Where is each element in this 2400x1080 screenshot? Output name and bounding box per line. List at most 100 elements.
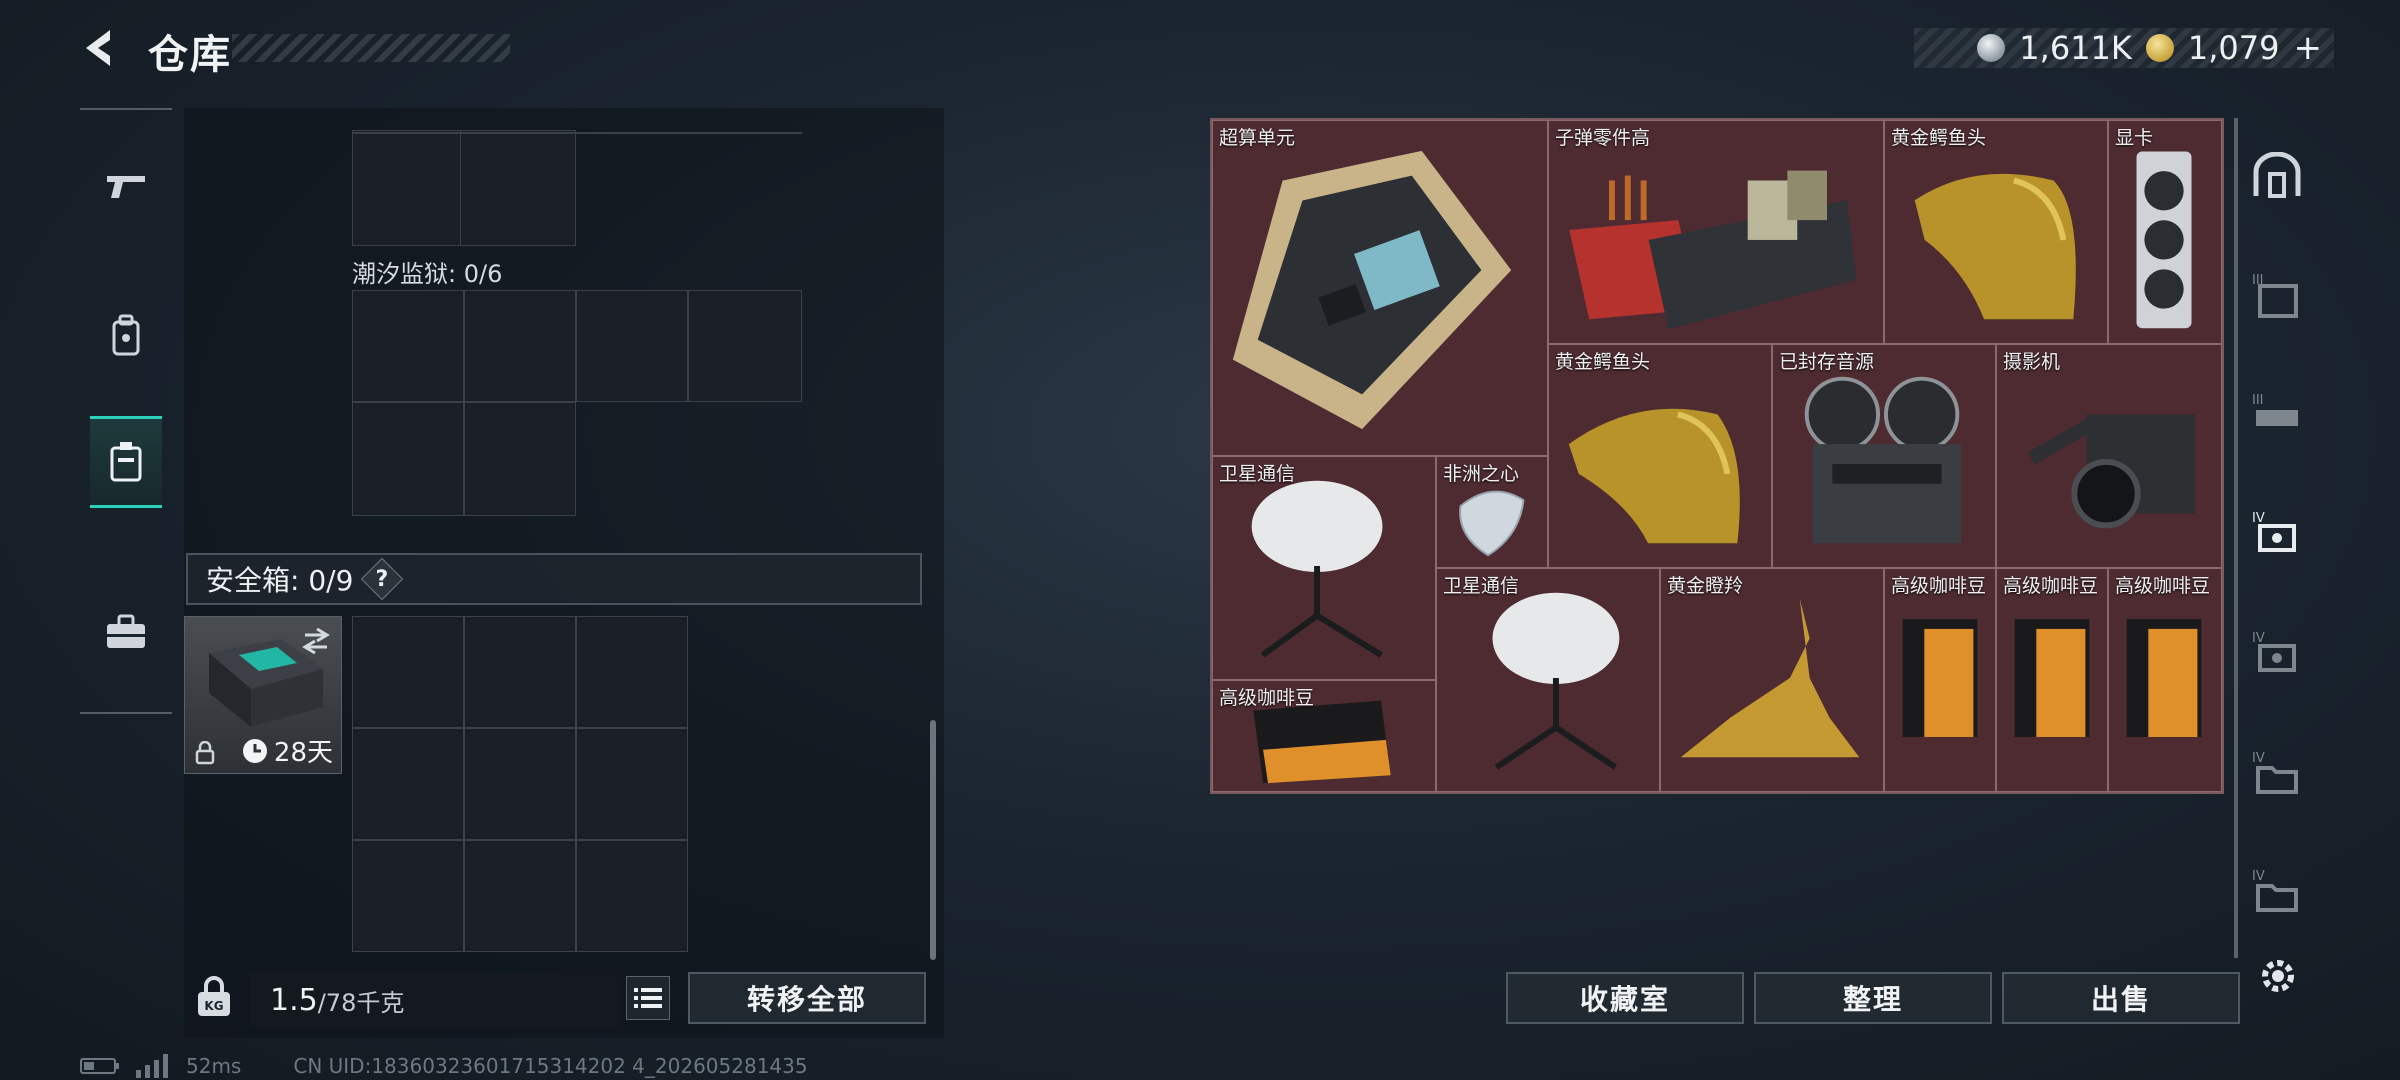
loot-item-compute-unit[interactable]: 超算单元 bbox=[1212, 120, 1548, 456]
safebox-slot[interactable] bbox=[576, 840, 688, 952]
help-button[interactable]: ? bbox=[361, 557, 404, 601]
back-arrow-icon bbox=[86, 30, 110, 66]
safebox-slot[interactable] bbox=[464, 728, 576, 840]
list-icon bbox=[634, 988, 662, 1008]
safebox-header: 安全箱: 0/9 ? bbox=[186, 553, 922, 605]
status-bar: 52ms CN UID:18360323601715314202 4_20260… bbox=[80, 1054, 808, 1078]
rail-item-vault[interactable] bbox=[2250, 148, 2304, 202]
safebox-title: 安全箱: 0/9 bbox=[206, 564, 354, 597]
loot-item-satcom-2[interactable]: 卫星通信 bbox=[1436, 568, 1660, 792]
currency-bar: 1,611K 1,079 + bbox=[1914, 28, 2334, 68]
toolbox-icon bbox=[107, 614, 145, 648]
loot-item-coffee-2[interactable]: 高级咖啡豆 bbox=[1996, 568, 2108, 792]
uid-text: CN UID:18360323601715314202 4_2026052814… bbox=[293, 1054, 808, 1078]
vault-icon bbox=[2253, 152, 2301, 198]
loot-item-ammo-parts[interactable]: 子弹零件高 bbox=[1548, 120, 1884, 344]
grid-slot[interactable] bbox=[576, 290, 688, 402]
rail-item-tier-4-folder[interactable]: IV bbox=[2250, 746, 2304, 800]
lock-icon bbox=[195, 741, 215, 765]
svg-text:IV: IV bbox=[2252, 631, 2265, 646]
expiry-days: 28天 bbox=[273, 738, 333, 768]
svg-text:IV: IV bbox=[2252, 869, 2265, 884]
signal-icon bbox=[136, 1054, 168, 1078]
loot-item-satcom[interactable]: 卫星通信 bbox=[1212, 456, 1436, 680]
safebox-case-icon bbox=[209, 627, 330, 727]
loot-item-coffee-3[interactable]: 高级咖啡豆 bbox=[2108, 568, 2222, 792]
safebox-slot[interactable] bbox=[576, 616, 688, 728]
loot-item-coffee-1[interactable]: 高级咖啡豆 bbox=[1884, 568, 1996, 792]
rail-item-tier-4-folder-2[interactable]: IV bbox=[2250, 864, 2304, 918]
weight-current: 1.5 bbox=[270, 982, 318, 1018]
gold-coin-icon bbox=[2145, 34, 2174, 62]
gun-icon bbox=[107, 176, 145, 198]
grid-slot[interactable] bbox=[352, 402, 464, 516]
gold-gazelle-icon bbox=[1680, 598, 1860, 758]
safebox-slot[interactable] bbox=[352, 728, 464, 840]
svg-text:KG: KG bbox=[204, 999, 223, 1013]
video-camera-icon bbox=[2027, 414, 2196, 529]
expiry-badge: 28天 bbox=[242, 732, 333, 769]
swap-icon bbox=[305, 627, 330, 643]
safebox-item[interactable]: 28天 bbox=[184, 616, 342, 774]
ammo-parts-icon bbox=[1569, 170, 1857, 330]
svg-text:III: III bbox=[2252, 393, 2264, 408]
section-label-tide-prison: 潮汐监狱: 0/6 bbox=[352, 260, 503, 288]
rail-item-weapons[interactable] bbox=[90, 140, 162, 232]
rail-item-tier-4-medkit[interactable]: IV bbox=[2250, 506, 2304, 560]
list-view-button[interactable] bbox=[626, 976, 670, 1020]
folder-icon: IV bbox=[2252, 869, 2298, 912]
category-rail bbox=[80, 108, 172, 714]
safebox-slot[interactable] bbox=[464, 840, 576, 952]
clock-icon bbox=[242, 738, 267, 763]
safebox-slot[interactable] bbox=[352, 840, 464, 952]
storage-grid-top[interactable] bbox=[352, 130, 576, 246]
page-title: 仓库 bbox=[148, 32, 232, 78]
reel-recorder-icon bbox=[1804, 376, 1962, 544]
safebox-slot[interactable] bbox=[576, 728, 688, 840]
collection-room-button[interactable]: 收藏室 bbox=[1506, 972, 1744, 1024]
grid-slot[interactable] bbox=[352, 290, 464, 402]
gold-croc-head-icon bbox=[1568, 408, 1740, 544]
loot-item-gold-croc-head-2[interactable]: 黄金鳄鱼头 bbox=[1548, 344, 1772, 568]
rail-item-container[interactable] bbox=[90, 416, 162, 508]
loot-item-gold-croc-head[interactable]: 黄金鳄鱼头 bbox=[1884, 120, 2108, 344]
loot-item-camera[interactable]: 摄影机 bbox=[1996, 344, 2222, 568]
add-currency-button[interactable]: + bbox=[2294, 28, 2323, 68]
transfer-all-button[interactable]: 转移全部 bbox=[688, 972, 926, 1024]
back-button[interactable] bbox=[78, 26, 122, 70]
grid-slot[interactable] bbox=[688, 290, 802, 402]
battery-icon bbox=[80, 1058, 119, 1074]
loot-item-coffee-4[interactable]: 高级咖啡豆 bbox=[1212, 680, 1436, 792]
rail-item-tier-4-case[interactable]: IV bbox=[2250, 626, 2304, 680]
grid-slot[interactable] bbox=[464, 290, 576, 402]
gear-icon bbox=[2262, 960, 2294, 992]
loot-item-gold-gazelle[interactable]: 黄金瞪羚 bbox=[1660, 568, 1884, 792]
coffee-bag-icon bbox=[2126, 619, 2202, 737]
coffee-bag-icon bbox=[1902, 619, 1978, 737]
sell-button[interactable]: 出售 bbox=[2002, 972, 2240, 1024]
svg-text:IV: IV bbox=[2252, 511, 2265, 526]
title-decoration bbox=[232, 34, 510, 62]
tier-box-icon: III bbox=[2252, 273, 2298, 318]
weight-max: /78千克 bbox=[317, 988, 405, 1017]
silver-currency-value: 1,611K bbox=[2019, 29, 2132, 67]
gpu-icon bbox=[2136, 151, 2192, 329]
loot-item-heart-of-africa[interactable]: 非洲之心 bbox=[1436, 456, 1548, 568]
stash-scrollbar[interactable] bbox=[930, 720, 936, 960]
rail-item-tier-3-gun-case[interactable]: III bbox=[2250, 388, 2304, 442]
help-icon: ? bbox=[376, 566, 389, 592]
loot-item-sealed-audio[interactable]: 已封存音源 bbox=[1772, 344, 1996, 568]
grid-slot[interactable] bbox=[464, 402, 576, 516]
sort-button[interactable]: 整理 bbox=[1754, 972, 1992, 1024]
settings-button[interactable] bbox=[2256, 954, 2300, 998]
weight-display: 1.5 /78千克 bbox=[250, 972, 620, 1028]
rail-item-tier-3-box[interactable]: III bbox=[2250, 268, 2304, 322]
safebox-slot[interactable] bbox=[464, 616, 576, 728]
ping-value: 52ms bbox=[186, 1054, 242, 1078]
satellite-dish-icon bbox=[1492, 592, 1620, 770]
compute-unit-icon bbox=[1232, 150, 1512, 430]
loot-item-gpu[interactable]: 显卡 bbox=[2108, 120, 2222, 344]
safebox-slot[interactable] bbox=[352, 616, 464, 728]
rail-item-backpack[interactable] bbox=[90, 290, 162, 382]
rail-item-toolbox[interactable] bbox=[90, 586, 162, 678]
